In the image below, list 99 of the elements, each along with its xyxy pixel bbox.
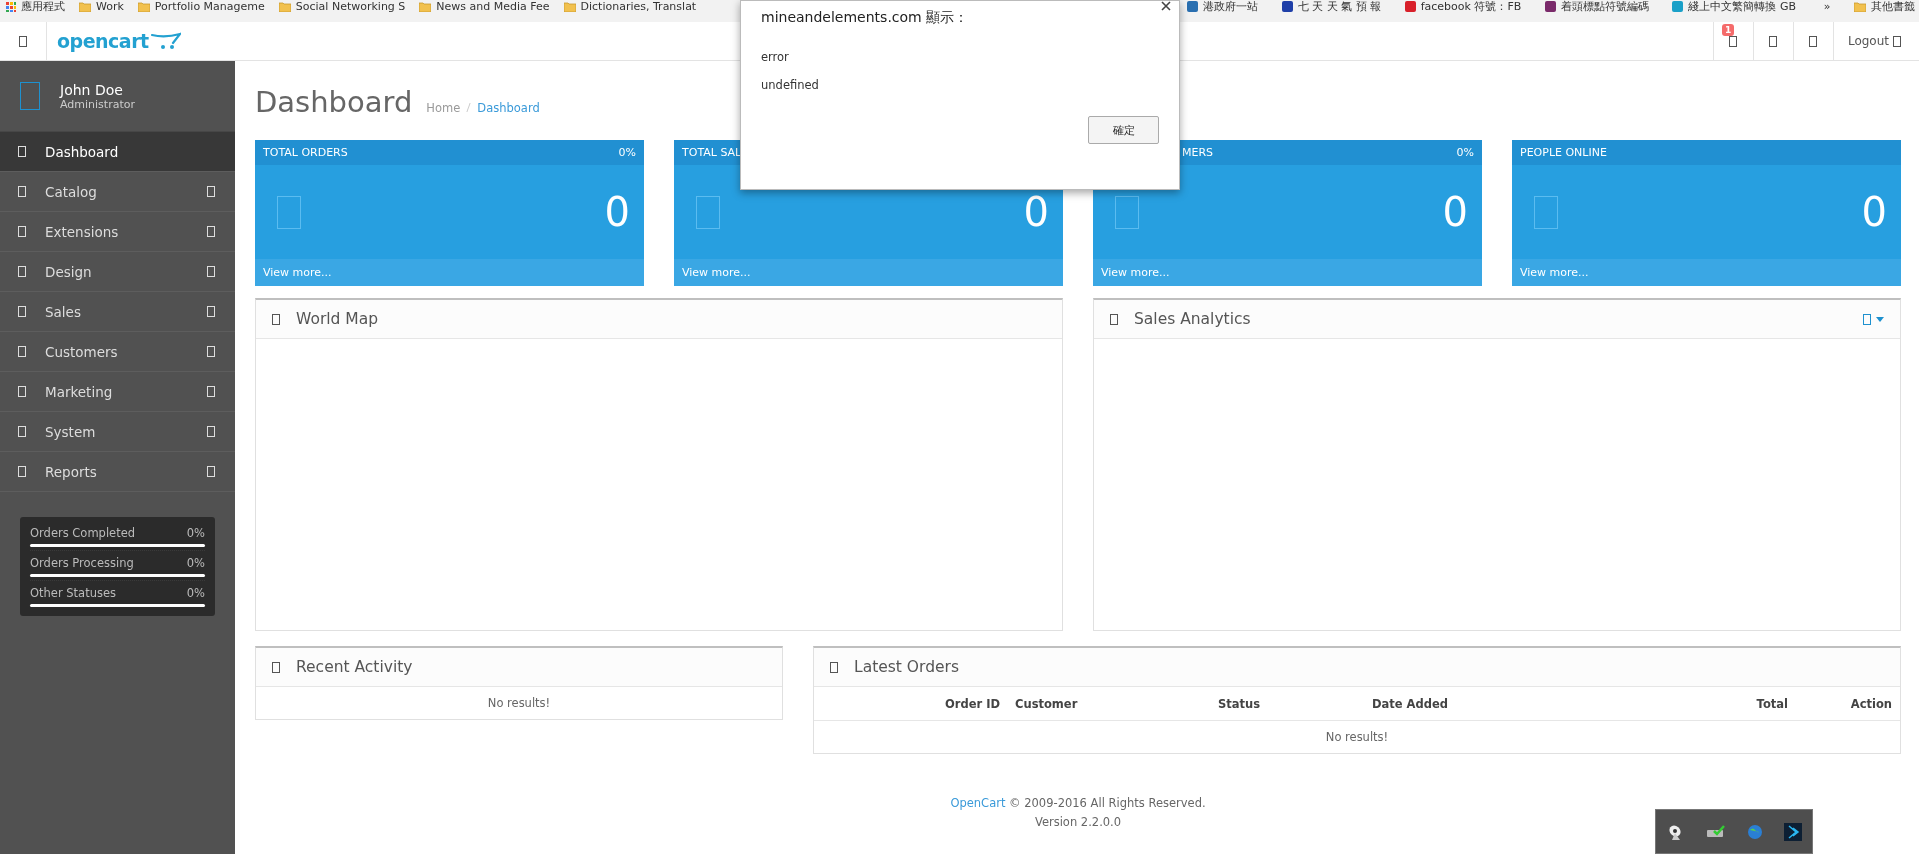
opencart-link[interactable]: OpenCart: [950, 796, 1006, 810]
bookmark[interactable]: Work: [79, 0, 124, 13]
bookmark[interactable]: 七 天 天 氣 預 報: [1281, 0, 1382, 13]
tile-percent: 0%: [1456, 146, 1474, 159]
folder-icon: [419, 1, 432, 12]
bookmark[interactable]: Portfolio Manageme: [137, 0, 265, 13]
dialog-message: undefined: [761, 78, 820, 92]
status-label: Orders Completed: [30, 526, 136, 540]
sidebar-menu-item[interactable]: Sales: [0, 292, 235, 332]
folder-icon: [79, 1, 91, 12]
bookmark[interactable]: facebook 符號：FB: [1404, 0, 1522, 13]
panel-title: Latest Orders: [854, 658, 959, 676]
tile-title: TOTAL SAL: [682, 146, 742, 159]
panel-title: Recent Activity: [296, 658, 413, 676]
avatar-icon: [20, 82, 40, 110]
status-percent: 0%: [186, 526, 205, 540]
empty-message: No results!: [486, 695, 552, 712]
box-icon: [18, 386, 26, 397]
user-role: Administrator: [60, 97, 135, 111]
panel-title: World Map: [296, 310, 379, 328]
box-icon: [272, 661, 280, 673]
copyright-text: OpenCart © 2009-2016 All Rights Reserved.: [950, 795, 1206, 812]
box-icon: [18, 426, 26, 437]
folder-icon: [563, 1, 576, 12]
status-percent: 0%: [186, 586, 205, 600]
column-header: Total: [1755, 696, 1788, 711]
bookmark[interactable]: Dictionaries, Translat: [563, 0, 697, 13]
sidebar-menu-item[interactable]: Marketing: [0, 372, 235, 412]
version-text: Version 2.2.0.0: [1034, 814, 1122, 831]
empty-message: No results!: [1324, 729, 1390, 746]
bookmark[interactable]: »: [1823, 0, 1831, 13]
drive-check-icon: [1705, 823, 1726, 840]
box-icon: [696, 195, 720, 229]
bookmark[interactable]: News and Media Fee: [419, 0, 550, 13]
tile-value: 0: [1861, 189, 1887, 235]
column-header: Customer: [1014, 696, 1079, 711]
box-icon: [18, 226, 26, 237]
sidebar-menu-item[interactable]: Reports: [0, 452, 235, 492]
sidebar-menu-item[interactable]: Design: [0, 252, 235, 292]
sidebar-menu-item[interactable]: Catalog: [0, 172, 235, 212]
tile-value: 0: [1023, 189, 1049, 235]
box-icon: [18, 266, 26, 277]
globe-icon: [1746, 823, 1763, 840]
panel-title: Sales Analytics: [1134, 310, 1251, 328]
caret-icon: [1876, 316, 1884, 322]
bookmark[interactable]: Social Networking S: [278, 0, 406, 13]
sidebar-menu-item[interactable]: Dashboard: [0, 132, 235, 172]
dropdown-button[interactable]: [1863, 313, 1884, 325]
box-icon: [1893, 35, 1901, 47]
box-icon: [1769, 35, 1778, 47]
page-title: Dashboard: [255, 85, 413, 119]
tile-value: 0: [1442, 189, 1468, 235]
user-name: John Doe: [60, 81, 124, 98]
column-header: Date Added: [1371, 696, 1448, 711]
cart-icon: [150, 32, 181, 50]
box-icon: [830, 661, 838, 673]
bookmark[interactable]: 港政府一站: [1187, 0, 1258, 13]
folder-icon: [278, 1, 291, 12]
box-icon: [18, 466, 26, 477]
box-icon: [1809, 35, 1818, 47]
column-header: Status: [1216, 696, 1260, 711]
box-icon: [18, 306, 26, 317]
box-icon: [18, 346, 26, 357]
calendar-icon: [1863, 313, 1871, 325]
breadcrumb-link[interactable]: Dashboard: [477, 101, 540, 115]
ok-button[interactable]: 確定: [1088, 116, 1159, 144]
box-icon: [272, 313, 280, 325]
sidebar-menu-item[interactable]: System: [0, 412, 235, 452]
status-percent: 0%: [186, 556, 205, 570]
box-icon: [1115, 195, 1139, 229]
tile-percent: 0%: [618, 146, 636, 159]
tile-title: PEOPLE ONLINE: [1520, 146, 1607, 159]
folder-icon: [1854, 1, 1866, 12]
box-icon: [1110, 313, 1118, 325]
dialog-title: mineandelements.com 顯示：: [761, 9, 970, 27]
box-icon: [18, 146, 26, 157]
box-icon: [1534, 195, 1558, 229]
tile-title: MERS: [1181, 146, 1214, 159]
box-icon: [277, 195, 301, 229]
box-icon: [19, 35, 27, 47]
app-logo-icon: [1783, 822, 1802, 841]
status-label: Orders Processing: [30, 556, 134, 570]
bookmark[interactable]: 着頭標點符號編碼: [1544, 0, 1649, 13]
close-icon[interactable]: [1161, 1, 1171, 11]
apps-grid-icon: [6, 1, 16, 12]
folder-icon: [137, 1, 150, 12]
column-header: Order ID: [944, 696, 1000, 711]
status-label: Other Statuses: [30, 586, 117, 600]
dialog-message: error: [761, 50, 790, 64]
box-icon: [18, 186, 26, 197]
column-header: Action: [1849, 696, 1892, 711]
sidebar-menu-item[interactable]: Customers: [0, 332, 235, 372]
notification-badge: 1: [1721, 24, 1735, 36]
bookmark[interactable]: 其他書籤: [1854, 0, 1915, 13]
tile-value: 0: [604, 189, 630, 235]
tile-title: TOTAL ORDERS: [263, 146, 348, 159]
bookmark[interactable]: 綫上中文繁簡轉換 GB: [1672, 0, 1797, 13]
bookmark[interactable]: 應用程式: [6, 0, 65, 13]
sidebar-menu-item[interactable]: Extensions: [0, 212, 235, 252]
